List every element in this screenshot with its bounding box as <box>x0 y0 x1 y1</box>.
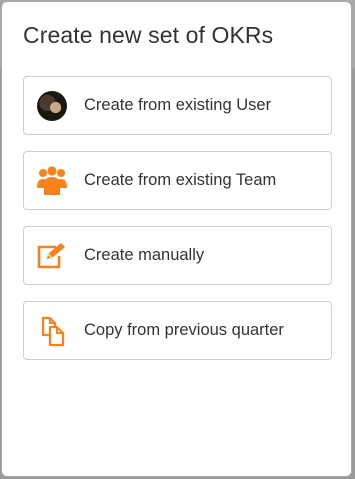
edit-icon <box>36 240 68 272</box>
modal-title: Create new set of OKRs <box>23 22 274 48</box>
create-from-team-option[interactable]: Create from existing Team <box>23 151 332 210</box>
copy-previous-quarter-option[interactable]: Copy from previous quarter <box>23 301 332 360</box>
create-from-user-label: Create from existing User <box>84 96 272 114</box>
create-manually-label: Create manually <box>84 246 205 264</box>
create-manually-option[interactable]: Create manually <box>23 226 332 285</box>
create-from-team-label: Create from existing Team <box>84 171 277 189</box>
team-icon <box>36 165 68 197</box>
copy-previous-quarter-label: Copy from previous quarter <box>84 321 284 339</box>
create-from-user-option[interactable]: Create from existing User <box>23 76 332 135</box>
user-avatar-icon <box>36 90 68 122</box>
copy-icon <box>36 315 68 347</box>
create-okrs-modal: Create new set of OKRs Create from exist… <box>1 1 352 477</box>
